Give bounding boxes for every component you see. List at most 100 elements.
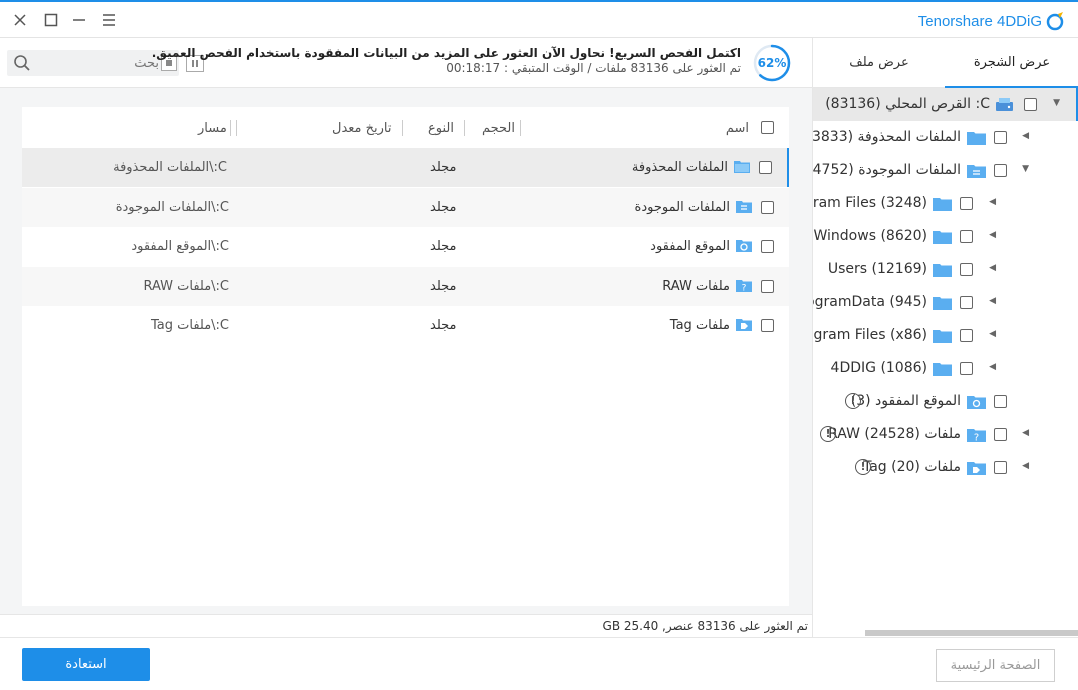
expand-arrow-icon[interactable]: ◀ — [989, 197, 996, 207]
bottom-bar: استعادة الصفحة الرئيسية — [0, 637, 1078, 690]
tree-label: Program Files (x86) — [813, 327, 927, 343]
tab-tree-view[interactable]: عرض الشجرة — [945, 38, 1078, 88]
tree-label: 4DDIG (1086) — [830, 360, 927, 376]
expand-arrow-icon[interactable]: ◀ — [1022, 131, 1029, 141]
column-modified[interactable]: تاريخ معدل — [332, 121, 392, 136]
expand-arrow-icon[interactable]: ◀ — [989, 362, 996, 372]
row-path: C:\ملفات RAW — [143, 279, 229, 294]
collapse-arrow-icon[interactable]: ▼ — [1022, 164, 1029, 174]
lost-location-icon — [967, 396, 986, 409]
tree-pane: عرض ملف عرض الشجرة ▼ C: القرص المحلي (83… — [812, 38, 1078, 637]
row-path: C:\الموقع المفقود — [131, 239, 229, 254]
tree-checkbox[interactable] — [1024, 98, 1037, 111]
tree-node-deleted-files[interactable]: ◀ الملفات المحذوفة (3833) — [813, 121, 1078, 154]
collapse-arrow-icon[interactable]: ▼ — [1053, 98, 1060, 108]
tree-node-program-files-x86[interactable]: ◀ Program Files (x86) — [813, 319, 1078, 352]
row-name: الملفات المحذوفة — [631, 160, 728, 175]
maximize-icon[interactable] — [43, 12, 59, 28]
row-path: C:\الملفات الموجودة — [115, 200, 229, 215]
column-type[interactable]: النوع — [428, 121, 454, 136]
deleted-folder-icon — [734, 161, 750, 173]
close-icon[interactable] — [12, 12, 28, 28]
column-size[interactable]: الحجم — [482, 121, 515, 136]
tab-file-view[interactable]: عرض ملف — [813, 38, 945, 88]
expand-arrow-icon[interactable]: ◀ — [989, 230, 996, 240]
tree-checkbox[interactable] — [960, 263, 973, 276]
content-pane: اكتمل الفحص السريع! نحاول الآن العثور عل… — [0, 38, 812, 637]
tree-node-tag-files[interactable]: ◀ ملفات Tag (20) ! — [813, 451, 1078, 484]
brand-logo-icon — [1046, 12, 1064, 31]
minimize-icon[interactable] — [71, 12, 87, 28]
row-path: C:\ملفات Tag — [150, 318, 229, 333]
column-path[interactable]: مسار — [198, 121, 227, 136]
scan-message: اكتمل الفحص السريع! نحاول الآن العثور عل… — [141, 46, 741, 76]
row-checkbox[interactable] — [759, 161, 772, 174]
warning-icon[interactable]: ! — [855, 459, 871, 475]
table-row[interactable]: ? ملفات RAW مجلد C:\ملفات RAW — [22, 267, 789, 306]
tree-checkbox[interactable] — [960, 362, 973, 375]
row-path: C:\الملفات المحذوفة — [113, 160, 227, 175]
tree-checkbox[interactable] — [994, 428, 1007, 441]
tree-checkbox[interactable] — [994, 395, 1007, 408]
tree-label: Users (12169) — [827, 261, 927, 277]
expand-arrow-icon[interactable]: ◀ — [1022, 461, 1029, 471]
home-button[interactable]: الصفحة الرئيسية — [936, 649, 1055, 682]
column-separator — [230, 120, 231, 136]
row-checkbox[interactable] — [761, 201, 774, 214]
tree-node-windows[interactable]: ◀ Windows (8620) — [813, 220, 1078, 253]
table-header: اسم الحجم النوع تاريخ معدل مسار — [22, 107, 789, 149]
drive-icon — [996, 98, 1013, 111]
tree-node-raw-files[interactable]: ◀ ? ملفات RAW (24528) ! — [813, 418, 1078, 451]
brand: Tenorshare 4DDiG — [918, 10, 1066, 32]
row-type: مجلد — [430, 318, 457, 333]
tree-label: Program Files (3248) — [812, 195, 927, 211]
column-separator — [236, 120, 237, 136]
table-row[interactable]: الموقع المفقود مجلد C:\الموقع المفقود — [22, 227, 789, 266]
horizontal-scrollbar[interactable] — [865, 630, 1078, 636]
row-type: مجلد — [430, 239, 457, 254]
progress-percent: 62% — [757, 56, 787, 70]
tree-checkbox[interactable] — [960, 197, 973, 210]
warning-icon[interactable]: ! — [845, 393, 861, 409]
column-separator — [464, 120, 465, 136]
tree-checkbox[interactable] — [960, 230, 973, 243]
found-summary: تم العثور على 83136 عنصر, 25.40 GB — [602, 619, 808, 633]
tree-node-local-disk[interactable]: ▼ C: القرص المحلي (83136) — [813, 88, 1078, 121]
tree-label: الملفات المحذوفة (3833) — [812, 129, 961, 145]
tree-label: ملفات RAW (24528) — [828, 426, 961, 442]
expand-arrow-icon[interactable]: ◀ — [1022, 428, 1029, 438]
tree-checkbox[interactable] — [994, 131, 1007, 144]
search-icon[interactable] — [13, 54, 31, 72]
file-list: اسم الحجم النوع تاريخ معدل مسار الملفات … — [22, 107, 789, 606]
tree-label: Windows (8620) — [813, 228, 928, 244]
tree-checkbox[interactable] — [994, 164, 1007, 177]
warning-icon[interactable]: ! — [820, 426, 836, 442]
tree-node-4ddig[interactable]: ◀ 4DDIG (1086) — [813, 352, 1078, 385]
tree-node-users[interactable]: ◀ Users (12169) — [813, 253, 1078, 286]
menu-icon[interactable] — [101, 12, 117, 28]
expand-arrow-icon[interactable]: ◀ — [989, 296, 996, 306]
tree-node-existing-files[interactable]: ▼ الملفات الموجودة (54752) — [813, 154, 1078, 187]
tree-node-program-files[interactable]: ◀ Program Files (3248) — [813, 187, 1078, 220]
row-checkbox[interactable] — [761, 319, 774, 332]
expand-arrow-icon[interactable]: ◀ — [989, 263, 996, 273]
view-tabs: عرض ملف عرض الشجرة — [813, 38, 1078, 88]
tree-checkbox[interactable] — [960, 296, 973, 309]
row-checkbox[interactable] — [761, 240, 774, 253]
recover-button[interactable]: استعادة — [22, 648, 150, 681]
table-row[interactable]: الملفات الموجودة مجلد C:\الملفات الموجود… — [22, 188, 789, 227]
row-name: الموقع المفقود — [650, 239, 730, 254]
row-checkbox[interactable] — [761, 280, 774, 293]
tree-node-lost-location[interactable]: الموقع المفقود (3) ! — [813, 385, 1078, 418]
expand-arrow-icon[interactable]: ◀ — [989, 329, 996, 339]
table-row[interactable]: ملفات Tag مجلد C:\ملفات Tag — [22, 306, 789, 345]
folder-icon — [933, 264, 952, 277]
select-all-checkbox[interactable] — [761, 121, 774, 134]
column-name[interactable]: اسم — [726, 121, 749, 136]
tree-checkbox[interactable] — [994, 461, 1007, 474]
tree-checkbox[interactable] — [960, 329, 973, 342]
tree-node-programdata[interactable]: ◀ ProgramData (945) — [813, 286, 1078, 319]
scan-title: اكتمل الفحص السريع! نحاول الآن العثور عل… — [151, 46, 741, 60]
row-name: الملفات الموجودة — [634, 200, 730, 215]
table-row[interactable]: الملفات المحذوفة مجلد C:\الملفات المحذوف… — [22, 148, 789, 187]
